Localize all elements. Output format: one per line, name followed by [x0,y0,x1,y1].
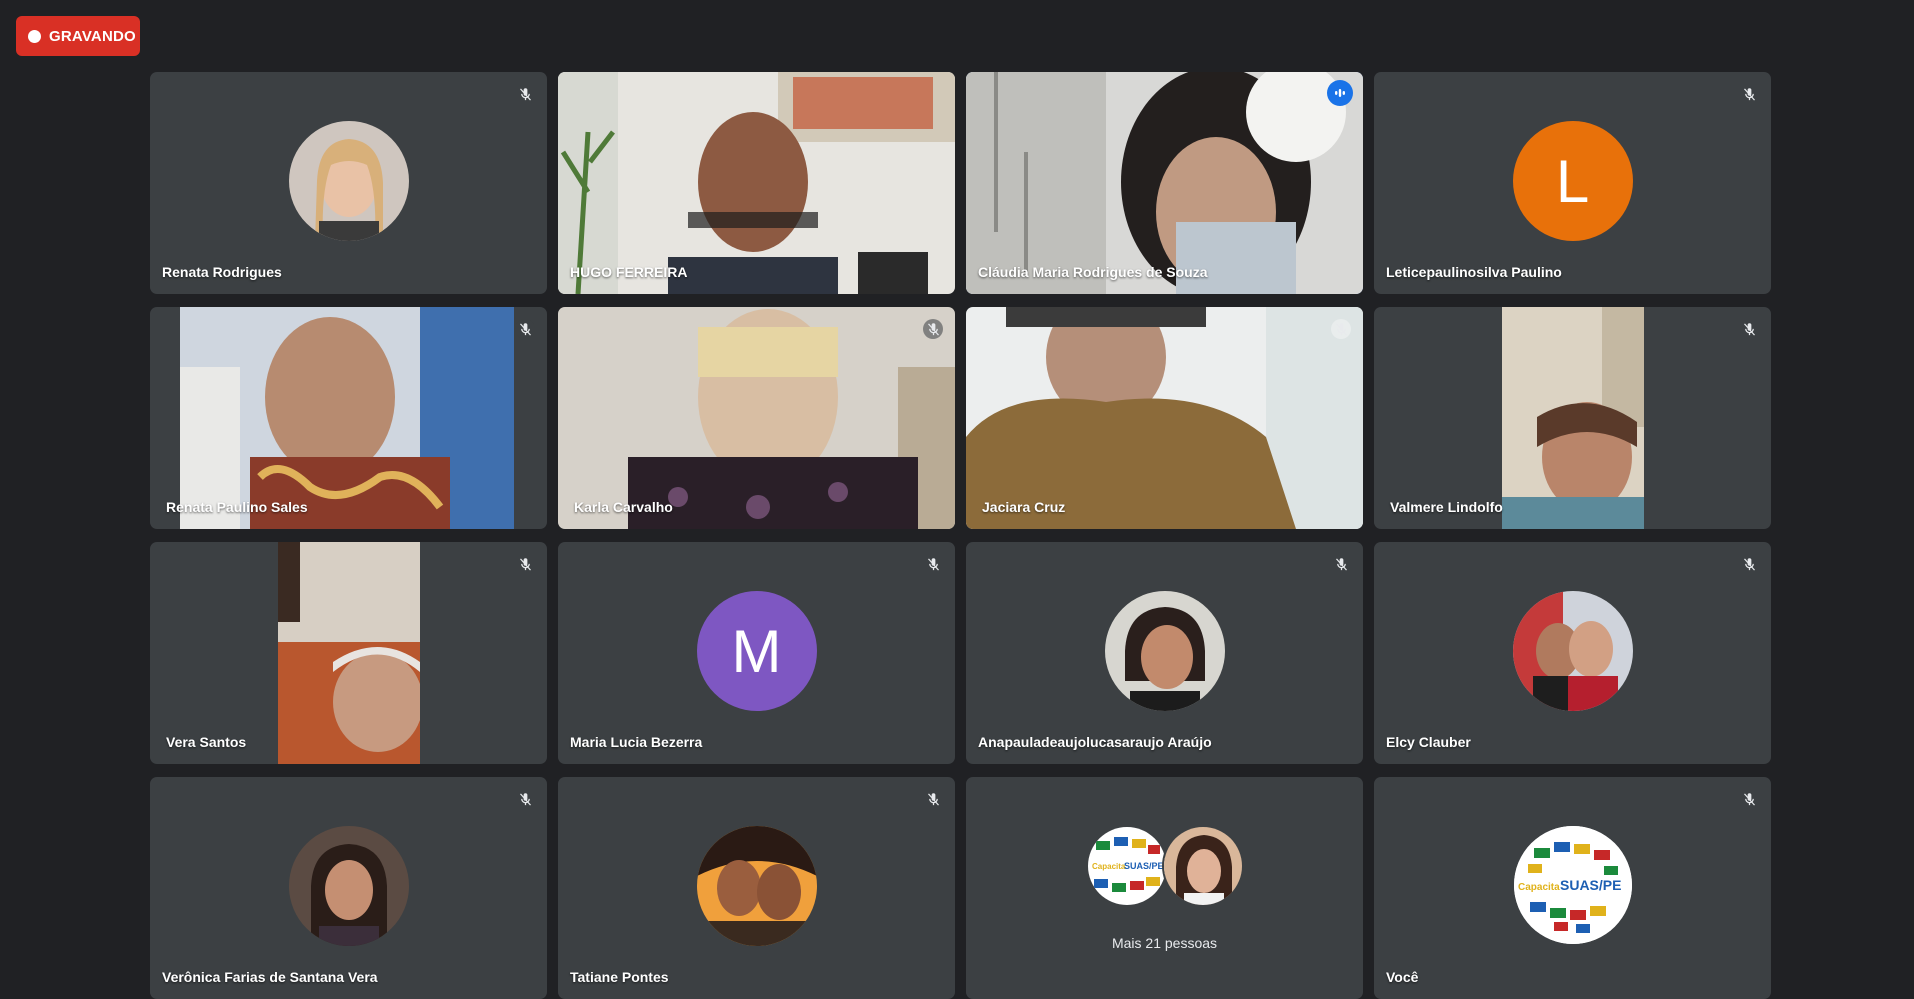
participant-tile[interactable]: Anapauladeaujolucasaraujo Araújo [966,542,1363,764]
logo-text-prefix: Capacita [1092,862,1126,871]
speaking-indicator-icon [1327,80,1353,106]
participant-avatar [696,826,817,946]
participant-name: Valmere Lindolfo [1390,499,1503,515]
participant-tile[interactable]: Verônica Farias de Santana Vera [150,777,547,999]
participant-name: Anapauladeaujolucasaraujo Araújo [978,734,1212,750]
participant-tile[interactable]: Tatiane Pontes [558,777,955,999]
participant-name: Jaciara Cruz [982,499,1066,515]
mini-avatar-logo: Capacita SUAS/PE [1085,825,1168,907]
capacita-suas-logo: Capacita SUAS/PE [1513,826,1632,944]
mic-muted-icon [515,789,535,809]
participant-name: Karla Carvalho [574,499,673,515]
mini-avatar-photo [1161,825,1244,907]
mic-muted-icon [1331,319,1351,339]
mic-muted-icon [1331,554,1351,574]
logo-text-main: SUAS/PE [1560,877,1621,893]
mic-muted-icon [923,554,943,574]
participant-tile[interactable]: L Leticepaulinosilva Paulino [1374,72,1771,294]
participant-name: Renata Rodrigues [162,264,282,280]
participant-video [1502,307,1644,529]
mic-muted-icon [1739,84,1759,104]
mic-muted-icon [515,84,535,104]
participant-name: Elcy Clauber [1386,734,1471,750]
participant-video [278,542,420,764]
logo-text-prefix: Capacita [1518,882,1560,893]
participant-name: Leticepaulinosilva Paulino [1386,264,1562,280]
participant-video [966,72,1363,294]
participant-avatar [288,826,409,946]
participant-name: Vera Santos [166,734,247,750]
participant-name: Você [1386,969,1419,985]
mic-muted-icon [923,789,943,809]
participant-video [966,307,1363,529]
more-participants-avatars: Capacita SUAS/PE [1085,825,1244,907]
logo-text-main: SUAS/PE [1124,861,1164,871]
mic-muted-icon [1739,554,1759,574]
participant-tile[interactable]: Renata Paulino Sales [150,307,547,529]
mic-muted-icon [923,319,943,339]
participant-tile[interactable]: HUGO FERREIRA [558,72,955,294]
participant-tile[interactable]: Valmere Lindolfo [1374,307,1771,529]
participant-avatar: M [696,591,817,711]
recording-badge[interactable]: GRAVANDO [16,16,140,56]
participant-video [558,307,955,529]
self-tile[interactable]: Capacita SUAS/PE Você [1374,777,1771,999]
recording-label: GRAVANDO [49,27,136,45]
participant-avatar [1104,591,1225,711]
participant-name: Renata Paulino Sales [166,499,308,515]
participant-tile[interactable]: Vera Santos [150,542,547,764]
more-participants-label: Mais 21 pessoas [1111,935,1218,951]
participant-tile[interactable]: Cláudia Maria Rodrigues de Souza [966,72,1363,294]
mic-muted-icon [1739,319,1759,339]
participant-tile[interactable]: M Maria Lucia Bezerra [558,542,955,764]
participant-video [558,72,955,294]
participant-tile[interactable]: Karla Carvalho [558,307,955,529]
participant-name: Cláudia Maria Rodrigues de Souza [978,264,1208,280]
participant-tile[interactable]: Renata Rodrigues [150,72,547,294]
participant-avatar: L [1512,121,1633,241]
mic-muted-icon [515,554,535,574]
recording-dot-icon [28,29,41,43]
participant-name: Verônica Farias de Santana Vera [162,969,378,985]
participant-tile[interactable]: Elcy Clauber [1374,542,1771,764]
participant-name: Maria Lucia Bezerra [570,734,703,750]
mic-muted-icon [515,319,535,339]
participant-avatar [1512,591,1633,711]
mic-muted-icon [1739,789,1759,809]
participant-video [180,307,514,529]
more-participants-tile[interactable]: Capacita SUAS/PE Mais 21 pessoas [966,777,1363,999]
participant-tile[interactable]: Jaciara Cruz [966,307,1363,529]
participant-avatar [288,121,409,241]
participant-name: HUGO FERREIRA [570,264,688,280]
participant-name: Tatiane Pontes [570,969,669,985]
